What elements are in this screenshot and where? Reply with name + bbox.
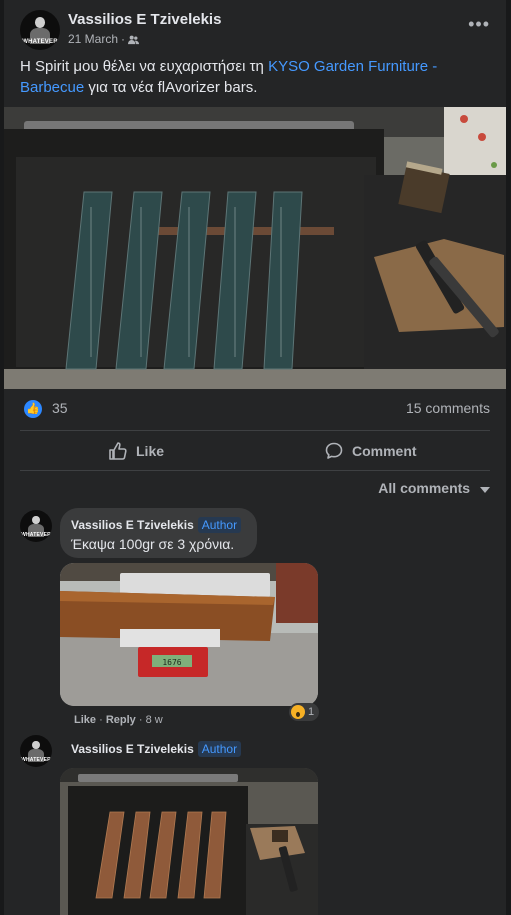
comment-author: Vassilios E Tzivelekis Author (71, 741, 242, 757)
thumbs-up-icon (108, 441, 128, 461)
comment-author-name[interactable]: Vassilios E Tzivelekis (71, 742, 194, 756)
avatar-caption: WHATEVER (22, 38, 58, 45)
avatar-caption: WHATEVER (21, 756, 51, 763)
author-avatar[interactable]: WHATEVER (20, 10, 60, 50)
grill-photo-drawing (4, 107, 506, 389)
reactions-count[interactable]: 35 (52, 400, 68, 416)
comment-button[interactable]: Comment (324, 440, 417, 462)
comments-count[interactable]: 15 comments (406, 400, 490, 416)
meta-separator: · (121, 32, 126, 46)
comment-icon (324, 441, 344, 461)
wow-icon (291, 705, 305, 719)
author-badge: Author (197, 517, 242, 533)
scale-display: 1676 (162, 658, 181, 667)
comment-actions: Like · Reply · 8 w (74, 714, 163, 726)
comment-reply-link[interactable]: Reply (106, 714, 136, 726)
like-label: Like (136, 443, 165, 459)
comment-photo[interactable]: 1676 (60, 563, 318, 706)
comment-author: Vassilios E Tzivelekis Author (71, 517, 242, 533)
comment-photo[interactable] (60, 768, 318, 915)
author-badge: Author (197, 741, 242, 757)
post-text-start: Η Spirit μου θέλει να ευχαριστήσει τη (20, 58, 269, 75)
post-photo[interactable] (4, 107, 506, 389)
rusted-bars-grill-drawing (60, 768, 318, 915)
comment-text: Έκαψα 100gr σε 3 χρόνια. (71, 536, 235, 552)
divider (20, 430, 490, 431)
commenter-avatar[interactable]: WHATEVER (20, 735, 52, 767)
like-button[interactable]: Like (108, 440, 164, 462)
commenter-avatar[interactable]: WHATEVER (20, 510, 52, 542)
post-date[interactable]: 21 March (68, 32, 118, 46)
comment-reaction-summary[interactable]: 1 (289, 703, 320, 721)
post-text-end: για τα νέα flAvorizer bars. (84, 79, 258, 96)
separator: · (138, 714, 146, 726)
comment-author-name[interactable]: Vassilios E Tzivelekis (71, 518, 194, 532)
comment-time[interactable]: 8 w (146, 714, 163, 726)
reaction-stats: 👍 35 15 comments (20, 398, 490, 420)
divider (20, 470, 490, 471)
rusted-bar-photo-drawing: 1676 (60, 563, 318, 706)
post-meta: 21 March · (68, 32, 140, 46)
comment-sort-dropdown[interactable]: All comments (378, 480, 490, 496)
avatar-caption: WHATEVER (21, 531, 51, 538)
reaction-count: 1 (308, 706, 315, 718)
comment-like-link[interactable]: Like (74, 714, 96, 726)
comment-label: Comment (352, 443, 417, 459)
post-text: Η Spirit μου θέλει να ευχαριστήσει τη KY… (20, 56, 490, 98)
separator: · (99, 714, 106, 726)
post-author-name[interactable]: Vassilios E Tzivelekis (68, 11, 221, 28)
sort-label: All comments (378, 480, 471, 496)
comment-bubble: Vassilios E Tzivelekis Author Έκαψα 100gr… (60, 508, 257, 558)
like-reaction-icon[interactable]: 👍 (24, 400, 42, 418)
caret-down-icon (480, 480, 490, 496)
post-card: WHATEVER Vassilios E Tzivelekis 21 March… (4, 0, 506, 915)
more-options-icon[interactable]: ••• (468, 14, 490, 35)
friends-icon[interactable] (128, 34, 140, 45)
